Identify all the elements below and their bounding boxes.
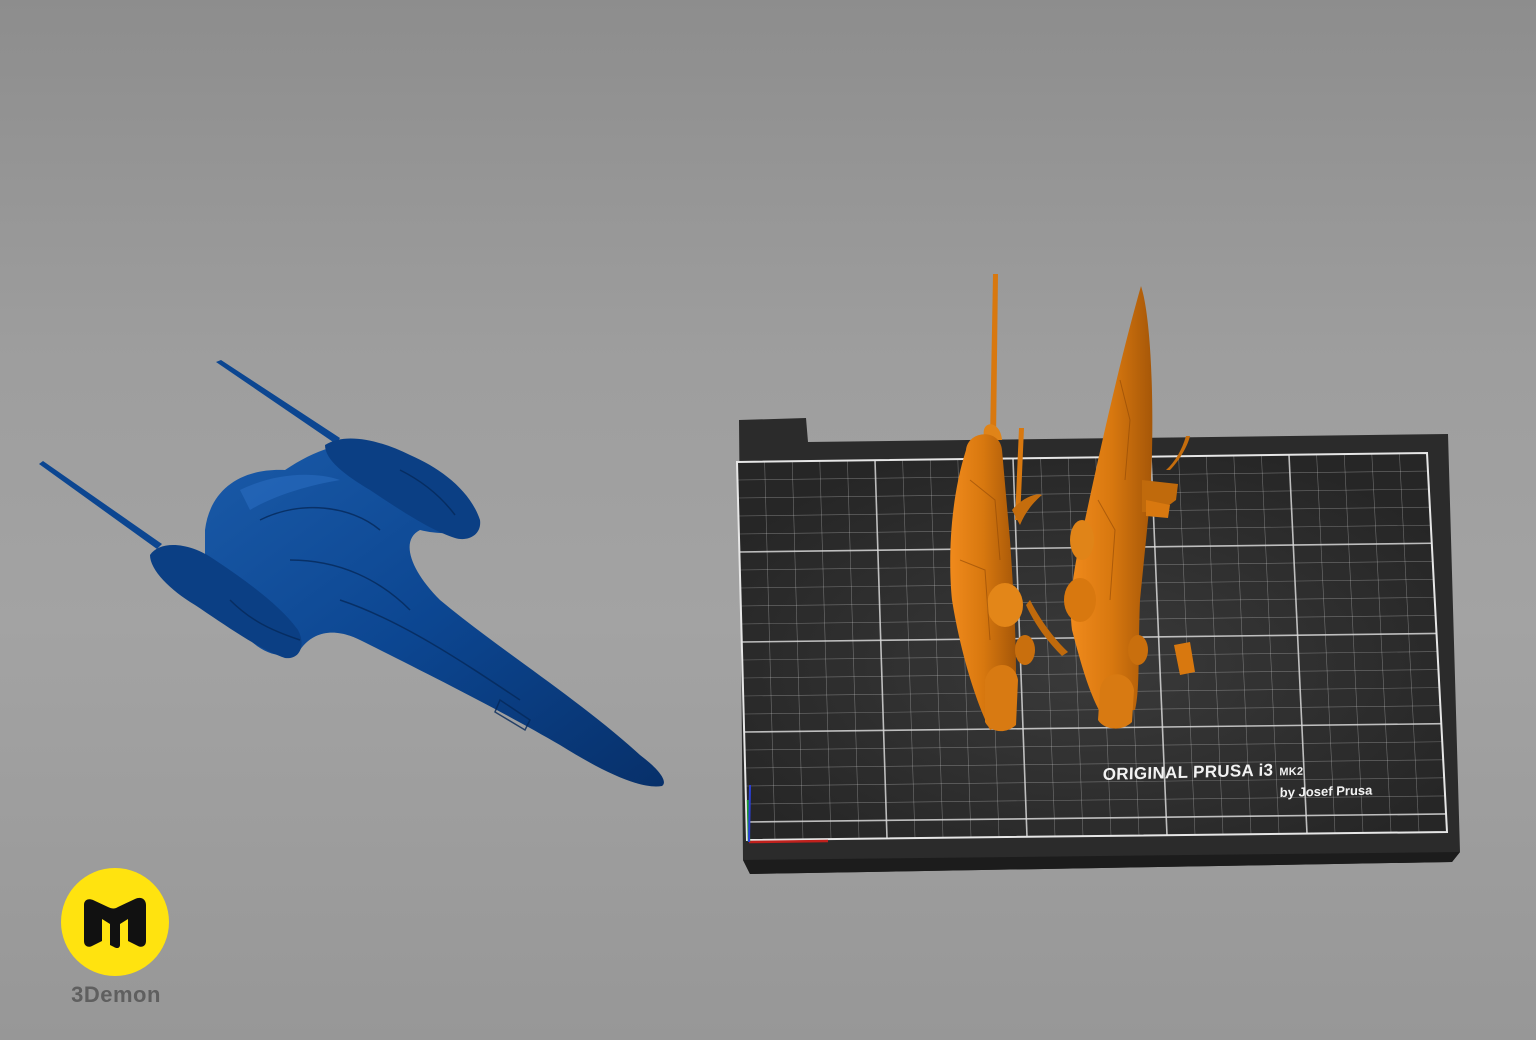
3d-viewport[interactable]: ORIGINAL PRUSA i3 MK2 by Josef Prusa	[0, 0, 1536, 1040]
z-axis	[748, 784, 751, 843]
3demon-watermark: 3Demon	[60, 868, 170, 1008]
upper-antenna	[216, 360, 340, 444]
3demon-logo-icon	[61, 868, 169, 976]
preview-spaceship-model[interactable]	[39, 360, 664, 787]
brand-name: 3Demon	[71, 982, 161, 1007]
lower-antenna	[39, 461, 162, 549]
scene-canvas	[39, 274, 1460, 874]
logo-m-glyph	[84, 897, 146, 949]
x-axis	[748, 839, 829, 844]
bed-model-suffix: MK2	[1279, 765, 1304, 779]
bed-brand-subtitle: by Josef Prusa	[1279, 782, 1373, 800]
